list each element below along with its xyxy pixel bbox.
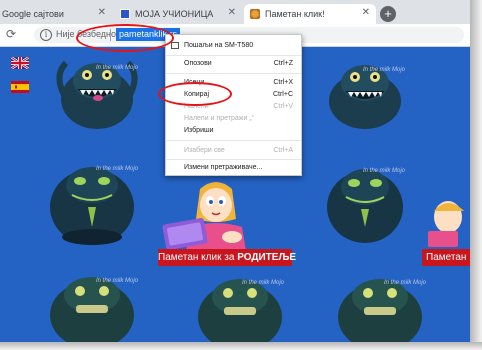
tab-title: Google сајтови [2, 9, 64, 19]
new-tab-button[interactable]: + [380, 6, 396, 22]
menu-item-select-all[interactable]: Изабери све Ctrl+A [166, 145, 301, 156]
window-shadow [470, 0, 482, 350]
classroom-favicon-icon [120, 9, 130, 19]
browser-window: Google сајтови ✕ МОЈА УЧИОНИЦА ✕ Паметан… [0, 0, 470, 342]
menu-divider [166, 159, 301, 160]
tab-pametan-klik[interactable]: Паметан клик! ✕ [244, 4, 376, 24]
menu-divider [166, 140, 301, 141]
close-icon[interactable]: ✕ [228, 7, 236, 18]
menu-item-undo[interactable]: Опозови Ctrl+Z [166, 58, 301, 69]
mascot-partial-image [428, 201, 464, 247]
menu-divider [166, 55, 301, 56]
pametan-klik-favicon-icon [250, 9, 260, 19]
url-highlight-circle [76, 24, 174, 52]
menu-item-paste-and-search[interactable]: Налепи и претражи „“ [166, 113, 301, 124]
brand-label: In the milk Mojo [384, 280, 427, 286]
second-banner[interactable]: Паметан [422, 249, 470, 266]
reload-icon[interactable]: ⟳ [6, 27, 16, 41]
banner-bold-text: РОДИТЕЉЕ [237, 252, 297, 263]
brand-label: In the milk Mojo [96, 166, 139, 172]
tab-google-sites[interactable]: Google сајтови ✕ [0, 4, 112, 24]
brand-label: In the milk Mojo [363, 67, 406, 73]
brand-label: In the milk Mojo [242, 280, 285, 286]
tab-my-classroom[interactable]: МОЈА УЧИОНИЦА ✕ [114, 4, 242, 24]
brand-label: In the milk Mojo [96, 278, 139, 284]
menu-item-delete[interactable]: Избриши [166, 125, 301, 136]
banner-text: Паметан клик за [158, 252, 235, 263]
menu-item-edit-search-engines[interactable]: Измени претраживаче... [166, 162, 301, 173]
info-icon[interactable]: i [40, 29, 52, 41]
mascot-girl-image [162, 182, 246, 251]
copy-highlight-circle [158, 82, 232, 106]
parents-banner[interactable]: Паметан клик за РОДИТЕЉЕ [158, 249, 296, 266]
window-shadow [0, 342, 482, 350]
tab-title: Паметан клик! [265, 9, 325, 19]
uk-flag-icon[interactable] [11, 57, 29, 69]
close-icon[interactable]: ✕ [98, 7, 106, 18]
close-icon[interactable]: ✕ [362, 7, 370, 18]
device-icon [171, 42, 179, 49]
tab-title: МОЈА УЧИОНИЦА [135, 9, 214, 19]
brand-label: In the milk Mojo [363, 168, 406, 174]
spain-flag-icon[interactable] [11, 81, 29, 93]
brand-label: In the milk Mojo [96, 65, 139, 71]
banner-text: Паметан [426, 252, 467, 263]
menu-divider [166, 73, 301, 74]
tab-strip: Google сајтови ✕ МОЈА УЧИОНИЦА ✕ Паметан… [0, 0, 470, 24]
menu-item-send-to-device[interactable]: Пошаљи на SM-T580 [166, 40, 301, 51]
